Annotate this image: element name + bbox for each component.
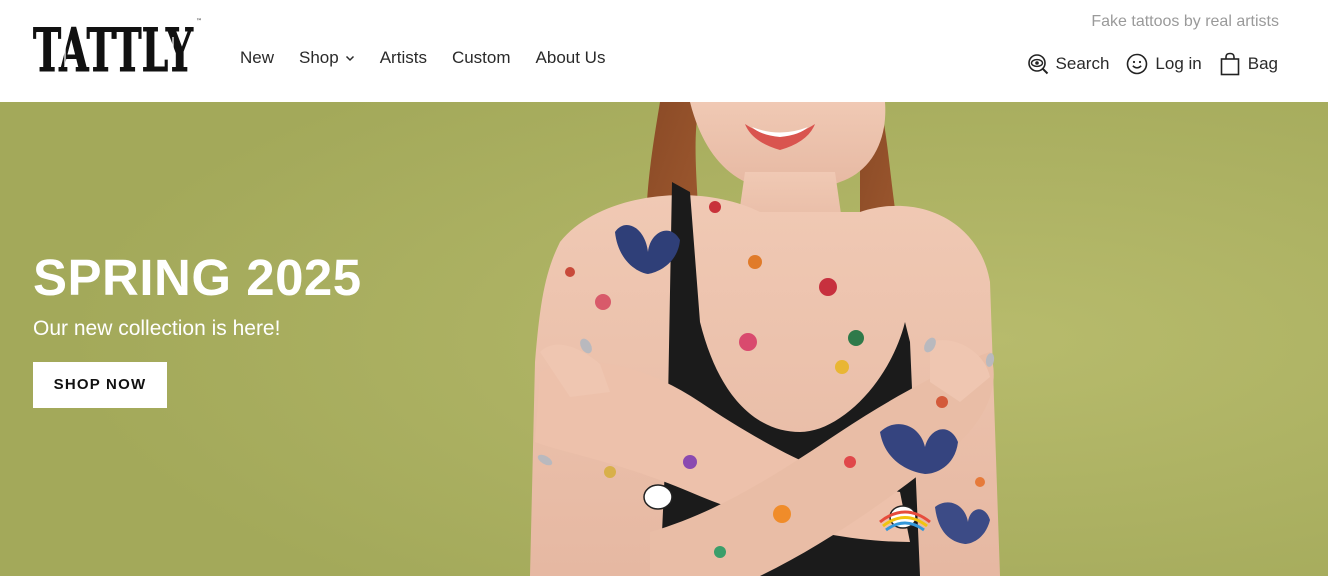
site-header: TATTLY ™ New Shop Artists Custom About U…	[0, 0, 1328, 102]
shopping-bag-icon	[1220, 52, 1240, 76]
hero-title: SPRING 2025	[33, 249, 362, 306]
hero-subtitle: Our new collection is here!	[33, 317, 281, 340]
bag-button[interactable]: Bag	[1219, 52, 1278, 76]
login-button[interactable]: Log in	[1126, 53, 1202, 75]
hero-banner: SPRING 2025 Our new collection is here! …	[0, 102, 1328, 576]
tattly-logo[interactable]: TATTLY ™	[33, 13, 205, 80]
nav-custom[interactable]: Custom	[452, 48, 511, 68]
nav-shop[interactable]: Shop	[299, 48, 355, 68]
hero-copy: SPRING 2025 Our new collection is here! …	[33, 252, 362, 408]
nav-artists[interactable]: Artists	[380, 48, 427, 68]
shop-now-button[interactable]: SHOP NOW	[33, 362, 167, 408]
svg-text:™: ™	[196, 18, 202, 25]
tattly-logo-icon: TATTLY ™	[33, 16, 202, 80]
svg-text:TATTLY: TATTLY	[33, 16, 194, 79]
eye-search-icon	[1027, 54, 1048, 75]
nav-about-us[interactable]: About Us	[536, 48, 606, 68]
chevron-down-icon	[345, 55, 354, 62]
main-nav: New Shop Artists Custom About Us	[240, 48, 630, 68]
smiley-icon	[1127, 53, 1148, 75]
header-utilities: Search Log in Bag	[1010, 52, 1278, 76]
header-tagline: Fake tattoos by real artists	[1091, 13, 1279, 30]
search-button[interactable]: Search	[1027, 53, 1109, 75]
nav-new[interactable]: New	[240, 48, 274, 68]
